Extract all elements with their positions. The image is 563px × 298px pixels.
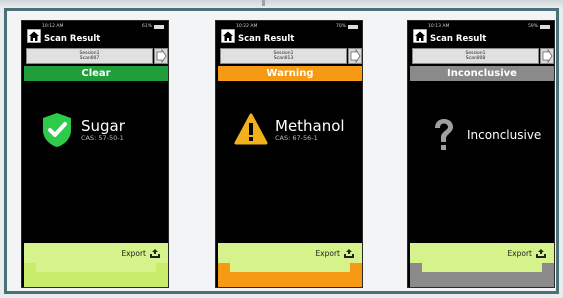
status-bar: 10:13 AM 59% xyxy=(428,23,550,30)
status-time: 10:12 AM xyxy=(42,24,64,29)
scan-result-screen-inconclusive: 10:13 AM 59% Scan Result Session1 Scan00… xyxy=(407,20,555,288)
status-banner: Warning xyxy=(218,66,362,81)
home-button[interactable] xyxy=(221,29,235,43)
session-selector[interactable]: Session1 Scan007 xyxy=(26,48,153,64)
result-block: Sugar CAS: 57-50-1 xyxy=(40,111,125,149)
substance-name: Inconclusive xyxy=(467,128,542,142)
bottom-band xyxy=(410,263,554,287)
home-button[interactable] xyxy=(27,29,41,43)
bottom-notch xyxy=(422,263,542,272)
next-scan-button[interactable] xyxy=(154,48,168,64)
export-icon xyxy=(536,248,546,258)
export-label: Export xyxy=(121,248,146,258)
next-scan-button[interactable] xyxy=(540,48,554,64)
page-title: Scan Result xyxy=(238,34,295,44)
status-bar: 10:12 AM 61% xyxy=(42,23,164,30)
bottom-band xyxy=(218,263,362,287)
cas-number: CAS: 67-56-1 xyxy=(275,134,318,142)
arrow-right-icon xyxy=(156,49,167,63)
status-bar: 10:22 AM 70% xyxy=(236,23,358,30)
arrow-right-icon xyxy=(350,49,361,63)
bottom-notch xyxy=(36,263,156,272)
scan-name: Scan008 xyxy=(465,56,486,61)
status-battery: 70% xyxy=(335,24,346,29)
home-icon xyxy=(29,31,39,41)
export-button[interactable]: Export xyxy=(410,243,554,263)
bottom-notch xyxy=(230,263,350,272)
warning-triangle-icon xyxy=(234,111,268,149)
home-icon xyxy=(223,31,233,41)
substance-name: Methanol xyxy=(275,117,345,135)
page-title: Scan Result xyxy=(44,34,101,44)
substance-name: Sugar xyxy=(81,117,125,135)
cas-number: CAS: 57-50-1 xyxy=(81,134,124,142)
home-button[interactable] xyxy=(413,29,427,43)
page-title: Scan Result xyxy=(430,34,487,44)
top-marker xyxy=(262,0,265,6)
result-block: Inconclusive xyxy=(426,116,541,154)
next-scan-button[interactable] xyxy=(348,48,362,64)
scan-result-screen-warning: 10:22 AM 70% Scan Result Session1 Scan01… xyxy=(215,20,363,288)
scan-result-screen-clear: 10:12 AM 61% Scan Result Session1 Scan00… xyxy=(21,20,169,288)
question-mark-icon xyxy=(426,116,460,154)
session-selector[interactable]: Session1 Scan013 xyxy=(220,48,347,64)
status-banner: Clear xyxy=(24,66,168,81)
shield-check-icon xyxy=(40,111,74,149)
battery-icon xyxy=(348,24,358,29)
export-icon xyxy=(344,248,354,258)
battery-icon xyxy=(154,24,164,29)
status-time: 10:13 AM xyxy=(428,24,450,29)
export-label: Export xyxy=(315,248,340,258)
arrow-right-icon xyxy=(542,49,553,63)
status-battery: 61% xyxy=(141,24,152,29)
export-icon xyxy=(150,248,160,258)
session-selector[interactable]: Session1 Scan008 xyxy=(412,48,539,64)
result-block: Methanol CAS: 67-56-1 xyxy=(234,111,345,149)
bottom-band xyxy=(24,263,168,287)
scan-name: Scan013 xyxy=(273,56,294,61)
battery-icon xyxy=(540,24,550,29)
top-strip xyxy=(0,0,563,8)
export-button[interactable]: Export xyxy=(218,243,362,263)
export-label: Export xyxy=(507,248,532,258)
home-icon xyxy=(415,31,425,41)
export-button[interactable]: Export xyxy=(24,243,168,263)
status-banner: Inconclusive xyxy=(410,66,554,81)
scan-name: Scan007 xyxy=(79,56,100,61)
status-time: 10:22 AM xyxy=(236,24,258,29)
status-battery: 59% xyxy=(527,24,538,29)
